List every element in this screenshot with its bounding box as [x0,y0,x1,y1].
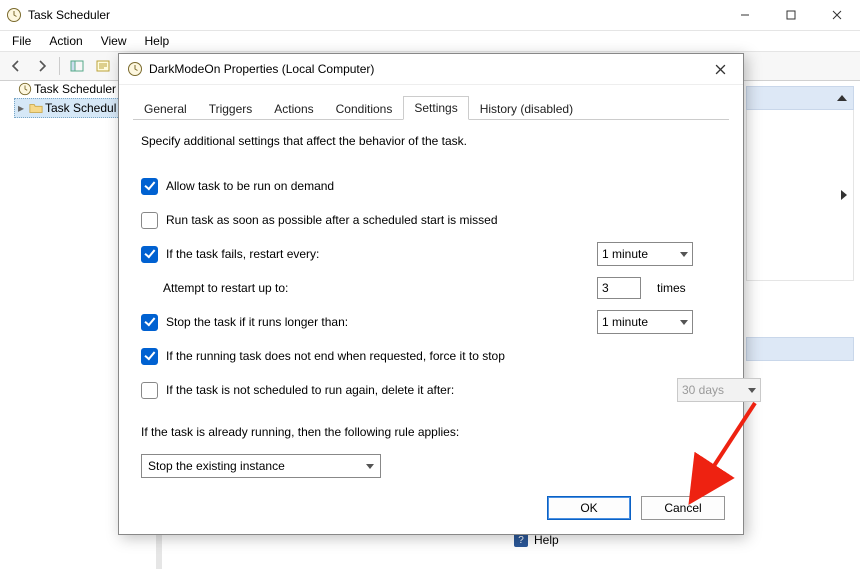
combo-running-rule[interactable]: Stop the existing instance [141,454,381,478]
dialog-tabs: General Triggers Actions Conditions Sett… [133,95,729,120]
help-label: Help [534,533,559,547]
chevron-down-icon [366,464,374,469]
tree-item-label: Task Schedul [45,101,116,115]
actions-pane [746,86,854,361]
expand-icon[interactable]: ▸ [15,101,27,115]
tab-triggers[interactable]: Triggers [198,97,264,120]
help-icon: ? [514,533,528,547]
toolbar-back-button[interactable] [4,54,28,78]
dialog-close-button[interactable] [705,54,735,84]
checkbox-delete-after[interactable] [141,382,158,399]
menu-action[interactable]: Action [41,32,90,50]
menu-file[interactable]: File [4,32,39,50]
toolbar-show-hide-tree-button[interactable] [65,54,89,78]
combo-running-rule-value: Stop the existing instance [148,459,366,473]
combo-stop-longer-value: 1 minute [602,315,676,329]
label-attempt-up-to: Attempt to restart up to: [163,281,288,295]
menu-view[interactable]: View [93,32,135,50]
actions-pane-body [746,110,854,281]
label-delete-after: If the task is not scheduled to run agai… [166,383,454,397]
chevron-down-icon [680,320,688,325]
cancel-button[interactable]: Cancel [641,496,725,520]
tab-general[interactable]: General [133,97,198,120]
label-force-stop: If the running task does not end when re… [166,349,505,363]
tab-history[interactable]: History (disabled) [469,97,584,120]
titlebar: Task Scheduler [0,0,860,31]
menu-help[interactable]: Help [137,32,178,50]
input-attempt-count[interactable]: 3 [597,277,641,299]
tree-root-label: Task Scheduler (L [34,82,130,96]
toolbar-properties-button[interactable] [91,54,115,78]
combo-stop-longer[interactable]: 1 minute [597,310,693,334]
checkbox-allow-demand[interactable] [141,178,158,195]
tab-conditions[interactable]: Conditions [325,97,404,120]
menubar: File Action View Help [0,31,860,52]
toolbar-forward-button[interactable] [30,54,54,78]
app-clock-icon [6,7,22,23]
tab-actions[interactable]: Actions [263,97,324,120]
help-item[interactable]: ? Help [514,533,559,547]
combo-delete-after: 30 days [677,378,761,402]
dialog-title: DarkModeOn Properties (Local Computer) [149,62,705,76]
chevron-down-icon [748,388,756,393]
toolbar-separator [59,57,60,75]
caret-up-icon [837,95,847,101]
dialog-titlebar[interactable]: DarkModeOn Properties (Local Computer) [119,54,743,85]
minimize-button[interactable] [722,0,768,30]
label-run-asap: Run task as soon as possible after a sch… [166,213,498,227]
actions-pane-header-2[interactable] [746,337,854,361]
checkbox-force-stop[interactable] [141,348,158,365]
maximize-button[interactable] [768,0,814,30]
folder-icon [29,101,43,115]
combo-delete-after-value: 30 days [682,383,744,397]
label-allow-demand: Allow task to be run on demand [166,179,334,193]
actions-pane-header[interactable] [746,86,854,110]
close-window-button[interactable] [814,0,860,30]
label-running-rule: If the task is already running, then the… [141,425,459,439]
checkbox-restart-every[interactable] [141,246,158,263]
label-times: times [657,281,686,295]
combo-restart-interval-value: 1 minute [602,247,676,261]
ok-button[interactable]: OK [547,496,631,520]
clock-icon [18,82,32,96]
settings-body: Specify additional settings that affect … [119,120,743,478]
app-title: Task Scheduler [28,8,722,22]
properties-dialog: DarkModeOn Properties (Local Computer) G… [118,53,744,535]
tab-settings[interactable]: Settings [403,96,468,120]
caret-right-icon[interactable] [841,190,847,200]
combo-restart-interval[interactable]: 1 minute [597,242,693,266]
chevron-down-icon [680,252,688,257]
label-stop-longer: Stop the task if it runs longer than: [166,315,348,329]
clock-icon [127,61,143,77]
checkbox-stop-longer[interactable] [141,314,158,331]
settings-note: Specify additional settings that affect … [141,134,721,148]
checkbox-run-asap[interactable] [141,212,158,229]
label-restart-every: If the task fails, restart every: [166,247,319,261]
